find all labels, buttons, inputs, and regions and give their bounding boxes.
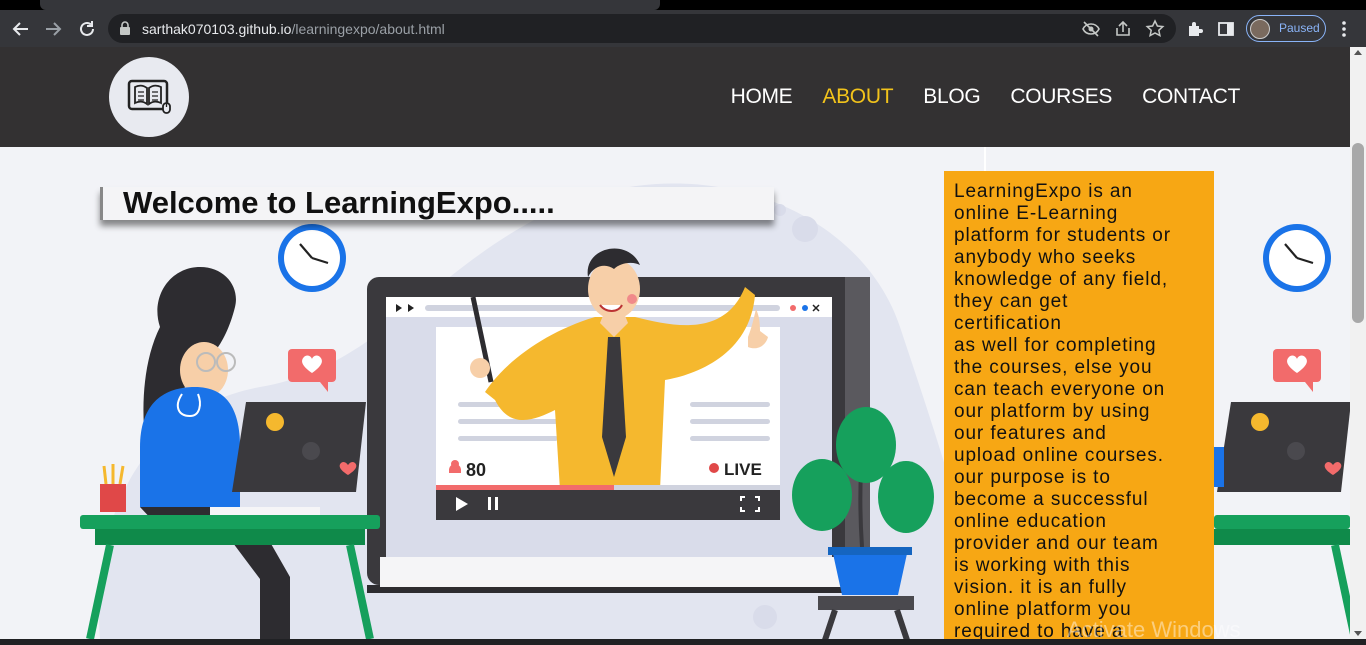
scroll-down-icon[interactable] <box>1354 631 1362 636</box>
back-icon[interactable] <box>8 16 34 42</box>
about-line: is working with this <box>954 555 1131 576</box>
main-nav: HOME ABOUT BLOG COURSES CONTACT <box>731 85 1241 109</box>
about-line: become a successful <box>954 489 1149 510</box>
menu-icon[interactable] <box>1333 18 1355 40</box>
taskbar-edge <box>0 639 1366 645</box>
about-line: anybody who seeks <box>954 247 1137 268</box>
nav-about[interactable]: ABOUT <box>822 85 893 109</box>
scroll-up-icon[interactable] <box>1354 50 1362 55</box>
url-domain: sarthak070103.github.io <box>142 21 292 37</box>
book-screen-icon <box>127 79 171 114</box>
forward-icon[interactable] <box>40 16 66 42</box>
about-line: platform for students or <box>954 225 1171 246</box>
page-scrollbar[interactable] <box>1350 47 1366 639</box>
about-line: LearningExpo is an <box>954 181 1133 202</box>
side-panel-icon[interactable] <box>1215 18 1237 40</box>
about-description-box: LearningExpo is an online E-Learning pla… <box>944 171 1214 639</box>
avatar <box>1250 19 1270 39</box>
about-line: certification <box>954 313 1062 334</box>
tab-strip <box>0 0 1366 10</box>
url-text[interactable]: sarthak070103.github.io/learningexpo/abo… <box>142 21 445 37</box>
nav-courses[interactable]: COURSES <box>1010 85 1112 109</box>
clock-icon <box>278 224 346 292</box>
about-line: our purpose is to <box>954 467 1111 488</box>
about-line: they can get <box>954 291 1069 312</box>
about-line: online E-Learning <box>954 203 1119 224</box>
nav-blog[interactable]: BLOG <box>923 85 980 109</box>
nav-home[interactable]: HOME <box>731 85 793 109</box>
about-line: upload online courses. <box>954 445 1164 466</box>
welcome-heading: Welcome to LearningExpo..... <box>123 185 555 220</box>
site-logo[interactable] <box>109 57 189 137</box>
star-icon[interactable] <box>1144 18 1166 40</box>
nav-contact[interactable]: CONTACT <box>1142 85 1240 109</box>
reload-icon[interactable] <box>74 16 100 42</box>
address-bar[interactable]: sarthak070103.github.io/learningexpo/abo… <box>108 14 1176 43</box>
about-line: knowledge of any field, <box>954 269 1168 290</box>
extensions-icon[interactable] <box>1184 18 1206 40</box>
url-path: /learningexpo/about.html <box>291 21 445 37</box>
active-tab[interactable] <box>40 0 660 10</box>
profile-button[interactable]: Paused <box>1246 15 1326 42</box>
live-label: LIVE <box>724 460 762 479</box>
about-line: as well for completing <box>954 335 1157 356</box>
viewer-count: 80 <box>466 460 486 480</box>
about-line: our platform by using <box>954 401 1151 422</box>
about-line: can teach everyone on <box>954 379 1166 400</box>
about-line: provider and our team <box>954 533 1159 554</box>
site-header: HOME ABOUT BLOG COURSES CONTACT <box>0 47 1350 147</box>
browser-toolbar: sarthak070103.github.io/learningexpo/abo… <box>0 10 1366 47</box>
eye-slash-icon[interactable] <box>1080 18 1102 40</box>
about-line: our features and <box>954 423 1107 444</box>
hero-section: 80 LIVE Welcome to LearningExpo..... Lea… <box>0 147 1350 639</box>
about-line: the courses, else you <box>954 357 1153 378</box>
right-illustration <box>1214 224 1350 635</box>
about-line: online education <box>954 511 1107 532</box>
about-paragraph: LearningExpo is an online E-Learning pla… <box>954 181 1204 639</box>
profile-label: Paused <box>1279 21 1320 35</box>
about-line: vision. it is an fully <box>954 577 1127 598</box>
scrollbar-thumb[interactable] <box>1352 143 1364 323</box>
lock-icon[interactable] <box>120 21 130 35</box>
share-icon[interactable] <box>1112 18 1134 40</box>
page-viewport: HOME ABOUT BLOG COURSES CONTACT 80 LIVE … <box>0 47 1350 639</box>
activation-watermark: Activate Windows <box>1067 617 1241 639</box>
welcome-banner: Welcome to LearningExpo..... <box>100 185 774 220</box>
